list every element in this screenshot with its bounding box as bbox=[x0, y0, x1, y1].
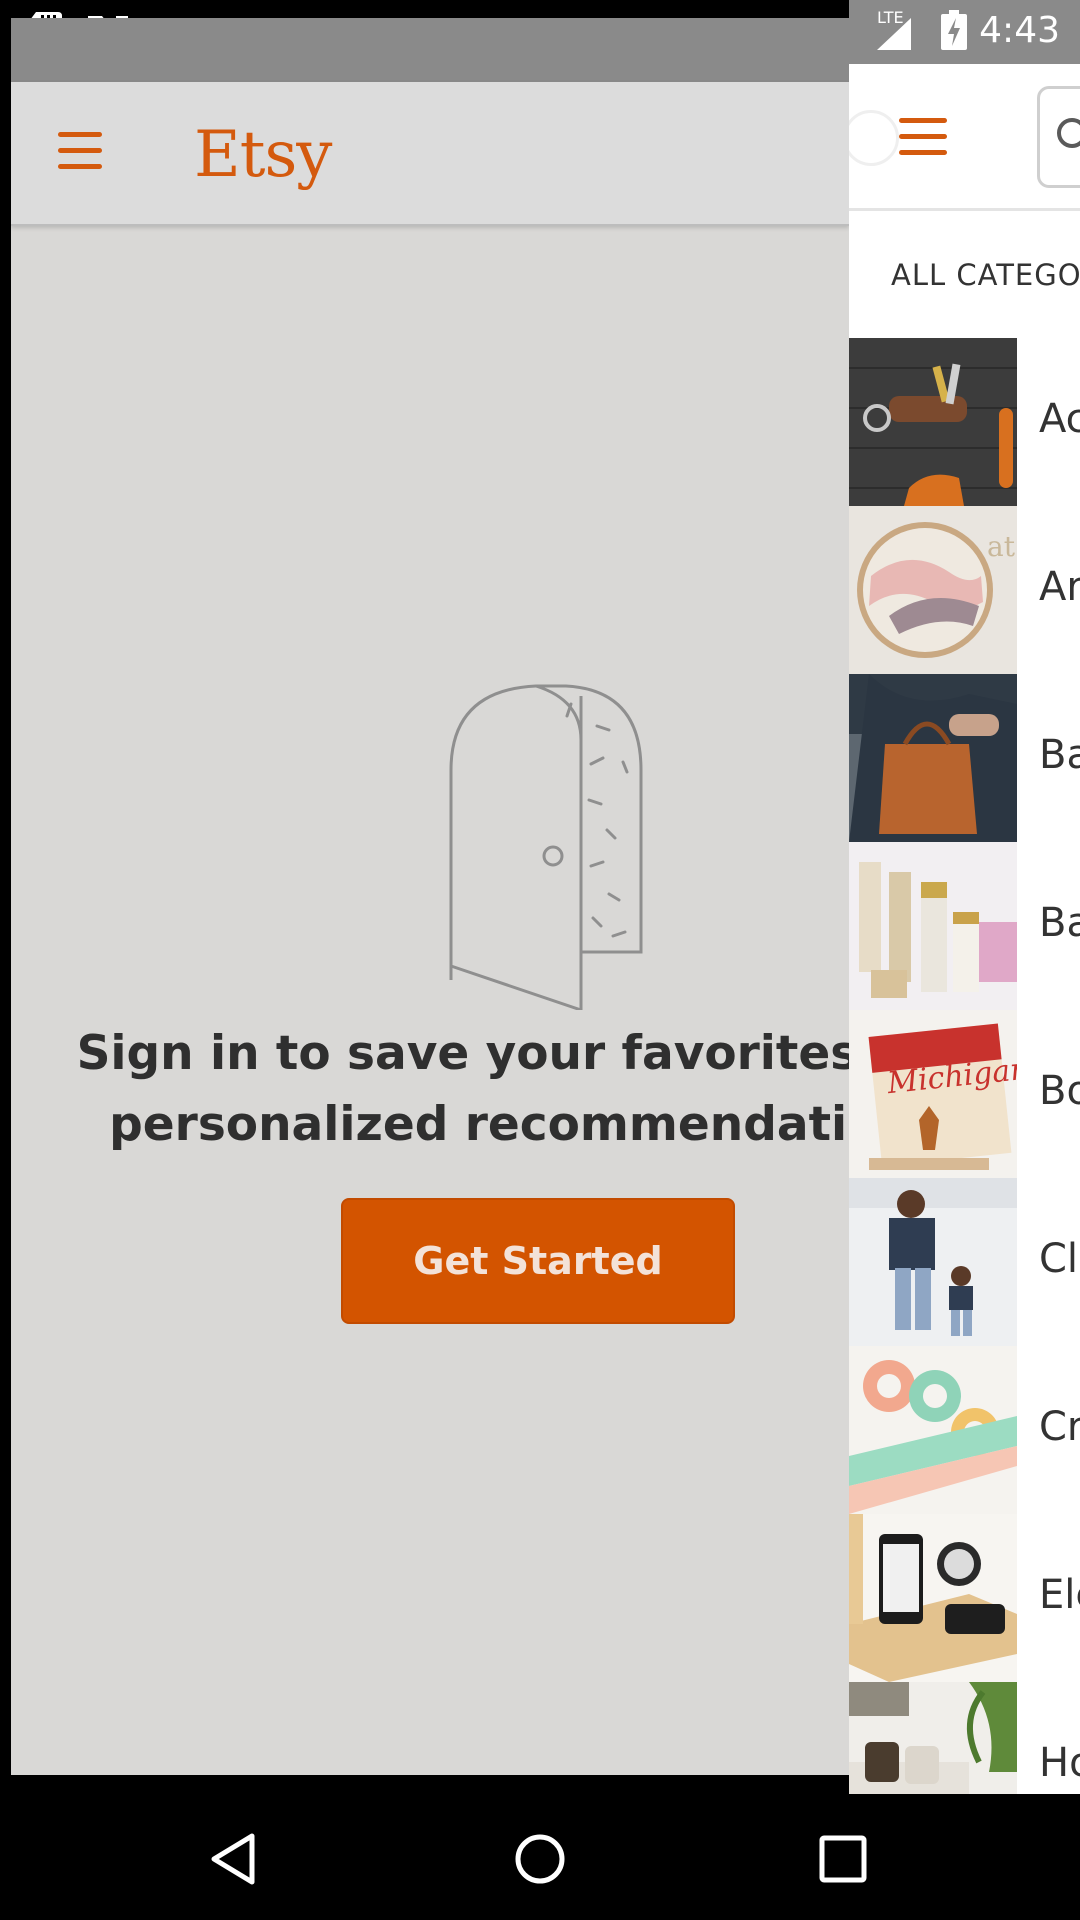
all-categories-header: ALL CATEGORIES bbox=[891, 258, 1080, 292]
michigan-book-photo: Michigan bbox=[849, 1010, 1017, 1178]
signal-icon bbox=[877, 18, 911, 50]
embroidery-hoop-photo: at bbox=[849, 506, 1017, 674]
status-bar-right: LTE 4:43 bbox=[849, 0, 1080, 64]
search-icon bbox=[1057, 118, 1080, 148]
category-label: Craft Supplies & Tools bbox=[1039, 1404, 1080, 1450]
category-item[interactable]: Accessories bbox=[849, 338, 1080, 506]
category-label: Accessories bbox=[1039, 396, 1080, 442]
drawer-toolbar bbox=[849, 64, 1080, 211]
category-item[interactable]: Home & Living bbox=[849, 1682, 1080, 1794]
back-icon[interactable] bbox=[200, 1824, 270, 1894]
category-item[interactable]: Bath & Beauty bbox=[849, 842, 1080, 1010]
category-label: Bags & Purses bbox=[1039, 732, 1080, 778]
svg-text:at: at bbox=[987, 530, 1016, 563]
leather-tote-photo bbox=[849, 674, 1017, 842]
keychains-photo bbox=[849, 338, 1017, 506]
recents-icon[interactable] bbox=[808, 1824, 878, 1894]
category-item[interactable]: Clothing bbox=[849, 1178, 1080, 1346]
father-son-photo bbox=[849, 1178, 1017, 1346]
category-label: Bath & Beauty bbox=[1039, 900, 1080, 946]
category-list: Accessories at Art & Collectibles bbox=[849, 338, 1080, 1794]
category-item[interactable]: at Art & Collectibles bbox=[849, 506, 1080, 674]
search-input[interactable] bbox=[1037, 86, 1080, 188]
android-screen: Etsy Sign in to save your favorites and … bbox=[0, 0, 1080, 1920]
category-label: Clothing bbox=[1039, 1236, 1080, 1282]
category-item[interactable]: Electronics & Accessories bbox=[849, 1514, 1080, 1682]
categories-drawer: ALL CATEGORIES Accessories bbox=[849, 64, 1080, 1794]
navigation-bar bbox=[0, 1794, 1080, 1920]
category-label: Books, Movies & Music bbox=[1039, 1068, 1080, 1114]
living-room-photo bbox=[849, 1682, 1017, 1794]
category-item[interactable]: Bags & Purses bbox=[849, 674, 1080, 842]
status-time: 4:43 bbox=[979, 10, 1060, 51]
drawer-menu-icon[interactable] bbox=[899, 116, 949, 158]
category-item[interactable]: Craft Supplies & Tools bbox=[849, 1346, 1080, 1514]
get-started-button[interactable]: Get Started bbox=[341, 1198, 735, 1324]
washi-tape-photo bbox=[849, 1346, 1017, 1514]
app-toolbar: Etsy bbox=[11, 82, 849, 226]
category-label: Home & Living bbox=[1039, 1740, 1080, 1786]
main-app-window-dimmed[interactable]: Etsy Sign in to save your favorites and … bbox=[11, 18, 849, 1775]
category-label: Electronics & Accessories bbox=[1039, 1572, 1080, 1618]
category-item[interactable]: Michigan Books, Movies & Music bbox=[849, 1010, 1080, 1178]
sign-in-prompt-text: Sign in to save your favorites and perso… bbox=[76, 1026, 849, 1152]
ripple-ring bbox=[849, 110, 899, 166]
battery-charging-icon bbox=[941, 10, 967, 50]
home-icon[interactable] bbox=[505, 1824, 575, 1894]
etsy-logo[interactable]: Etsy bbox=[194, 118, 332, 192]
door-illustration bbox=[449, 684, 643, 1010]
category-label: Art & Collectibles bbox=[1039, 564, 1080, 610]
app-status-scrim bbox=[11, 18, 849, 82]
phone-dock-photo bbox=[849, 1514, 1017, 1682]
cosmetics-bottles-photo bbox=[849, 842, 1017, 1010]
menu-icon[interactable] bbox=[55, 130, 105, 172]
